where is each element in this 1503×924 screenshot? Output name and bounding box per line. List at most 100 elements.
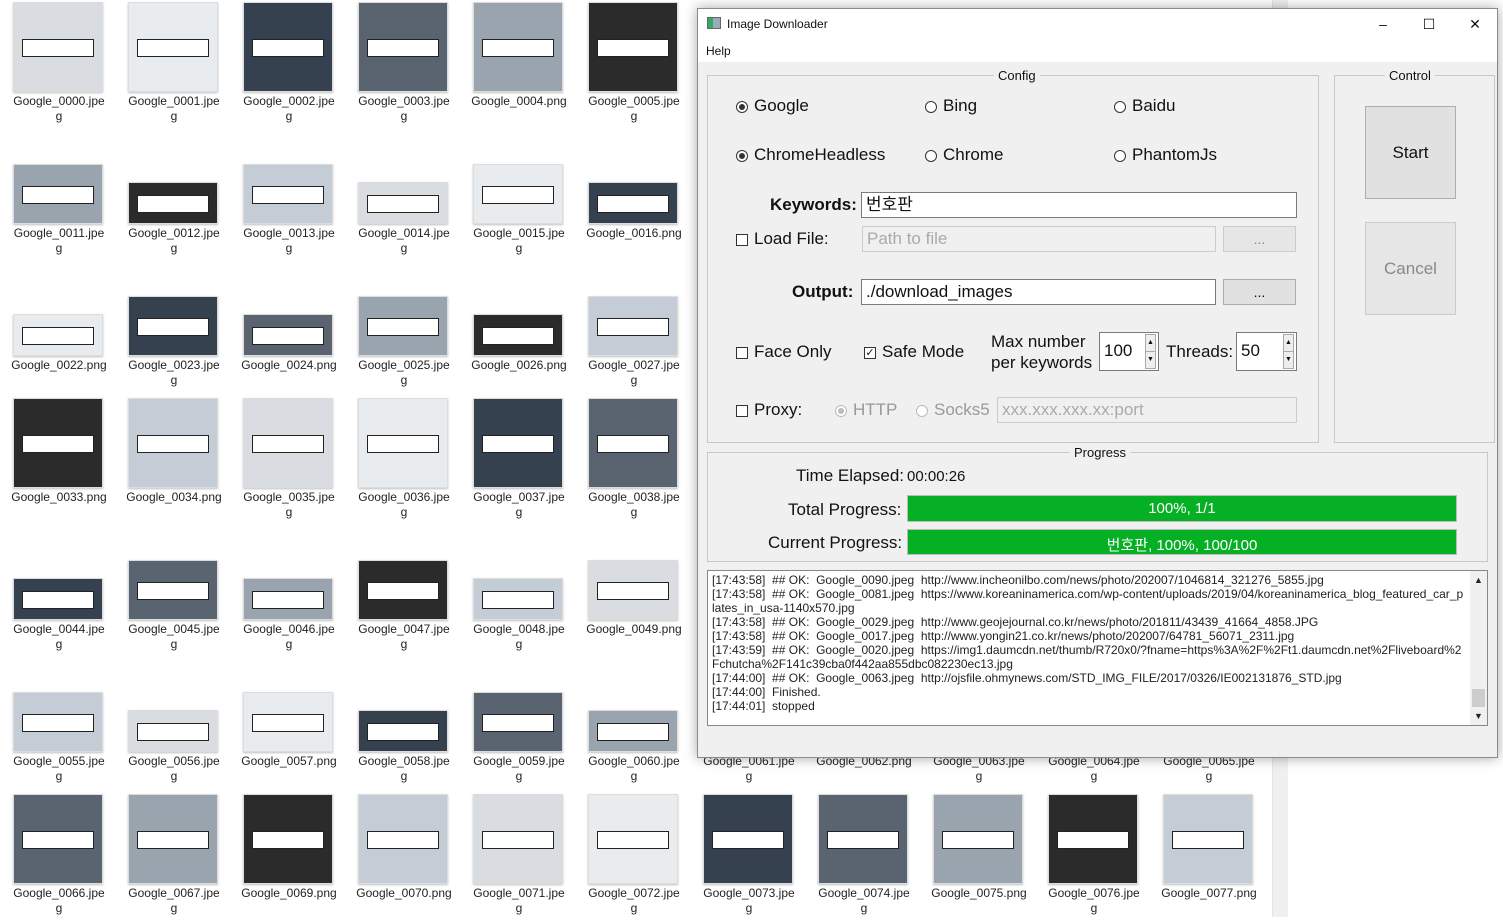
file-item[interactable]: Google_0072.jpeg xyxy=(578,792,688,922)
file-item[interactable]: Google_0004.png xyxy=(463,0,573,130)
file-item[interactable]: Google_0001.jpeg xyxy=(118,0,228,130)
thumbnail-image xyxy=(703,794,793,884)
file-item[interactable]: Google_0056.jpeg xyxy=(118,660,228,790)
thumbnail-image xyxy=(473,314,563,356)
file-item[interactable]: Google_0011.jpeg xyxy=(3,132,113,262)
file-item[interactable]: Google_0034.png xyxy=(118,396,228,526)
thumbnail-image xyxy=(358,710,448,752)
file-item[interactable]: Google_0074.jpeg xyxy=(808,792,918,922)
file-item[interactable]: Google_0003.jpeg xyxy=(348,0,458,130)
image-downloader-window: Image Downloader – ☐ ✕ Help Config Contr… xyxy=(697,8,1498,758)
thumbnail-image xyxy=(473,794,563,884)
load-file-checkbox[interactable]: Load File: xyxy=(736,229,829,249)
log-scrollbar[interactable]: ▲ ▼ xyxy=(1470,571,1487,725)
radio-bing[interactable]: Bing xyxy=(925,96,977,116)
log-line: [17:43:58] ## OK: Google_0081.jpeg https… xyxy=(712,587,1464,615)
file-item[interactable]: Google_0013.jpeg xyxy=(233,132,343,262)
file-item[interactable]: Google_0046.jpeg xyxy=(233,528,343,658)
file-item[interactable]: Google_0070.png xyxy=(348,792,458,922)
proxy-checkbox[interactable]: Proxy: xyxy=(736,400,802,420)
file-item[interactable]: Google_0000.jpeg xyxy=(3,0,113,130)
file-item[interactable]: Google_0075.png xyxy=(923,792,1033,922)
window-title: Image Downloader xyxy=(727,17,828,31)
file-item[interactable]: Google_0073.jpeg xyxy=(693,792,803,922)
file-name: Google_0013.jpeg xyxy=(243,226,335,255)
file-item[interactable]: Google_0059.jpeg xyxy=(463,660,573,790)
thumbnail-image xyxy=(358,296,448,356)
radio-phantomjs[interactable]: PhantomJs xyxy=(1114,145,1217,165)
spin-up-icon[interactable]: ▲ xyxy=(1145,334,1156,352)
file-item[interactable]: Google_0026.png xyxy=(463,264,573,394)
radio-chrome[interactable]: Chrome xyxy=(925,145,1003,165)
spin-up-icon[interactable]: ▲ xyxy=(1283,334,1294,352)
file-name: Google_0037.jpeg xyxy=(473,490,565,519)
proxy-input[interactable]: xxx.xxx.xxx.xx:port xyxy=(997,397,1297,423)
file-item[interactable]: Google_0049.png xyxy=(578,528,688,658)
menu-help[interactable]: Help xyxy=(706,44,731,58)
close-button[interactable]: ✕ xyxy=(1452,9,1498,39)
file-item[interactable]: Google_0036.jpeg xyxy=(348,396,458,526)
file-item[interactable]: Google_0047.jpeg xyxy=(348,528,458,658)
radio-baidu[interactable]: Baidu xyxy=(1114,96,1175,116)
thumbnail-image xyxy=(13,314,103,356)
file-item[interactable]: Google_0045.jpeg xyxy=(118,528,228,658)
file-item[interactable]: Google_0024.png xyxy=(233,264,343,394)
file-item[interactable]: Google_0044.jpeg xyxy=(3,528,113,658)
radio-http[interactable]: HTTP xyxy=(835,400,897,420)
file-item[interactable]: Google_0025.jpeg xyxy=(348,264,458,394)
file-item[interactable]: Google_0058.jpeg xyxy=(348,660,458,790)
radio-socks5[interactable]: Socks5 xyxy=(916,400,990,420)
scroll-down-icon[interactable]: ▼ xyxy=(1474,709,1483,723)
file-item[interactable]: Google_0069.png xyxy=(233,792,343,922)
file-item[interactable]: Google_0048.jpeg xyxy=(463,528,573,658)
file-item[interactable]: Google_0002.jpeg xyxy=(233,0,343,130)
file-item[interactable]: Google_0005.jpeg xyxy=(578,0,688,130)
file-item[interactable]: Google_0023.jpeg xyxy=(118,264,228,394)
spin-down-icon[interactable]: ▼ xyxy=(1145,351,1156,369)
scroll-up-icon[interactable]: ▲ xyxy=(1474,573,1483,587)
progress-group-title: Progress xyxy=(1070,445,1131,460)
file-item[interactable]: Google_0077.png xyxy=(1153,792,1263,922)
file-item[interactable]: Google_0038.jpeg xyxy=(578,396,688,526)
file-item[interactable]: Google_0033.png xyxy=(3,396,113,526)
file-item[interactable]: Google_0015.jpeg xyxy=(463,132,573,262)
maximize-button[interactable]: ☐ xyxy=(1406,9,1452,39)
cancel-button[interactable]: Cancel xyxy=(1365,222,1456,315)
file-name: Google_0012.jpeg xyxy=(128,226,220,255)
file-item[interactable]: Google_0037.jpeg xyxy=(463,396,573,526)
output-input[interactable]: ./download_images xyxy=(861,279,1216,305)
file-item[interactable]: Google_0027.jpeg xyxy=(578,264,688,394)
keywords-input[interactable]: 번호판 xyxy=(861,192,1297,218)
file-item[interactable]: Google_0071.jpeg xyxy=(463,792,573,922)
start-button[interactable]: Start xyxy=(1365,106,1456,199)
file-item[interactable]: Google_0035.jpeg xyxy=(233,396,343,526)
file-name: Google_0060.jpeg xyxy=(588,754,680,783)
file-item[interactable]: Google_0022.png xyxy=(3,264,113,394)
log-line: [17:44:01] stopped xyxy=(712,699,815,713)
file-item[interactable]: Google_0057.png xyxy=(233,660,343,790)
file-name: Google_0033.png xyxy=(11,490,107,504)
file-item[interactable]: Google_0016.png xyxy=(578,132,688,262)
radio-chromeheadless[interactable]: ChromeHeadless xyxy=(736,145,885,165)
load-file-input[interactable]: Path to file xyxy=(862,226,1216,252)
thumbnail-image xyxy=(243,794,333,884)
file-item[interactable]: Google_0067.jpeg xyxy=(118,792,228,922)
max-number-label: Max number per keywords xyxy=(991,332,1093,372)
output-browse-button[interactable]: ... xyxy=(1223,279,1296,305)
log-output[interactable]: ▲ ▼ [17:43:58] ## OK: Google_0090.jpeg h… xyxy=(707,570,1488,726)
file-item[interactable]: Google_0060.jpeg xyxy=(578,660,688,790)
scroll-thumb[interactable] xyxy=(1472,689,1485,707)
file-name: Google_0034.png xyxy=(126,490,222,504)
file-item[interactable]: Google_0012.jpeg xyxy=(118,132,228,262)
file-item[interactable]: Google_0066.jpeg xyxy=(3,792,113,922)
radio-google[interactable]: Google xyxy=(736,96,809,116)
file-item[interactable]: Google_0014.jpeg xyxy=(348,132,458,262)
file-item[interactable]: Google_0055.jpeg xyxy=(3,660,113,790)
thumbnail-image xyxy=(358,398,448,488)
safe-mode-checkbox[interactable]: ✓ Safe Mode xyxy=(864,342,964,362)
face-only-checkbox[interactable]: Face Only xyxy=(736,342,831,362)
spin-down-icon[interactable]: ▼ xyxy=(1283,351,1294,369)
minimize-button[interactable]: – xyxy=(1360,9,1406,39)
file-item[interactable]: Google_0076.jpeg xyxy=(1038,792,1148,922)
load-file-browse-button[interactable]: ... xyxy=(1223,226,1296,252)
